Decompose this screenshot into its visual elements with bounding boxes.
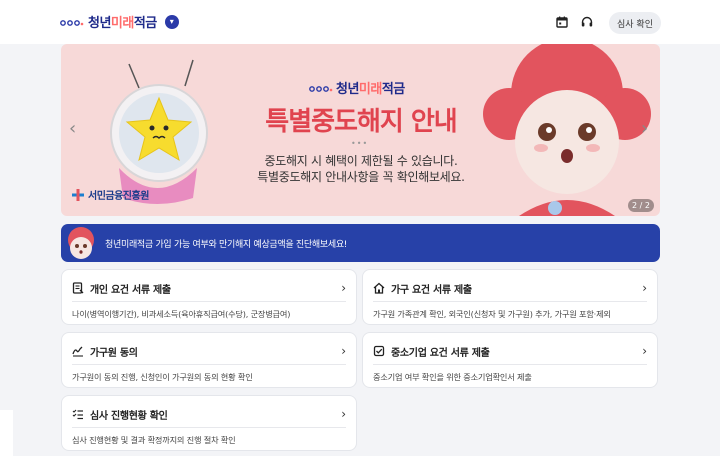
hero-banner[interactable]: 청년미래적금 특별중도해지 안내 ••• 중도해지 시 혜택이 제한될 수 있습… — [61, 44, 660, 216]
card-title: 심사 진행현황 확인 — [90, 410, 168, 422]
divider — [373, 364, 647, 365]
card-household-documents[interactable]: 가구 요건 서류 제출 › 가구원 가족관계 확인, 외국인(신청자 및 가구원… — [362, 269, 658, 325]
logo-mark-icon — [60, 19, 84, 26]
top-header: 청년미래적금 ▾ 심사 확인 — [0, 0, 720, 44]
card-title: 개인 요건 서류 제출 — [90, 284, 171, 296]
chevron-right-icon: › — [642, 344, 647, 358]
house-icon — [373, 282, 385, 294]
banner-text-line-2: 특별중도해지 안내사항을 꼭 확인해보세요. — [257, 170, 465, 184]
logo-text: 청년미래적금 — [88, 16, 157, 31]
card-description: 심사 진행현황 및 결과 확정까지의 진행 절차 확인 — [72, 435, 236, 445]
banner-text-line-1: 중도해지 시 혜택이 제한될 수 있습니다. — [264, 154, 458, 168]
flower-character-avatar — [68, 227, 94, 259]
astronaut-star-illustration — [110, 59, 208, 204]
signature-icon — [72, 346, 83, 357]
card-title: 가구원 동의 — [90, 347, 138, 359]
divider — [72, 364, 346, 365]
review-check-button[interactable]: 심사 확인 — [609, 12, 661, 34]
card-household-consent[interactable]: 가구원 동의 › 가구원이 동의 진행, 신청인이 가구원의 동의 현황 확인 — [61, 332, 357, 388]
card-description: 중소기업 여부 확인을 위한 중소기업확인서 제출 — [373, 372, 532, 382]
agency-logo: 서민금융진흥원 — [71, 187, 149, 202]
chevron-right-icon: › — [341, 344, 346, 358]
chevron-right-icon: › — [341, 281, 346, 295]
card-title: 가구 요건 서류 제출 — [391, 284, 472, 296]
page-edge — [0, 410, 13, 456]
chevron-right-icon[interactable]: › — [641, 118, 648, 139]
chevron-down-icon[interactable]: ▾ — [164, 14, 179, 29]
card-description: 나이(병역이행기간), 비과세소득(육아휴직급여(수당), 군장병급여) — [72, 309, 291, 319]
card-personal-documents[interactable]: 개인 요건 서류 제출 › 나이(병역이행기간), 비과세소득(육아휴직급여(수… — [61, 269, 357, 325]
divider — [373, 301, 647, 302]
card-description: 가구원이 동의 진행, 신청인이 가구원의 동의 현황 확인 — [72, 372, 253, 382]
diagnosis-notice-bar[interactable]: 청년미래적금 가입 가능 여부와 만기해지 예상금액을 진단해보세요! — [61, 224, 660, 262]
agency-mark-icon — [72, 188, 84, 201]
banner-logo: 청년미래적금 — [309, 78, 405, 97]
card-sme-documents[interactable]: 중소기업 요건 서류 제출 › 중소기업 여부 확인을 위한 중소기업확인서 제… — [362, 332, 658, 388]
chevron-left-icon[interactable]: ‹ — [69, 118, 76, 139]
banner-separator-dots: ••• — [351, 139, 369, 148]
checklist-icon — [72, 409, 83, 420]
chevron-right-icon: › — [341, 407, 346, 421]
banner-logo-text: 청년미래적금 — [336, 82, 405, 97]
document-icon — [72, 282, 84, 294]
headset-icon[interactable] — [581, 16, 593, 28]
card-review-status[interactable]: 심사 진행현황 확인 › 심사 진행현황 및 결과 확정까지의 진행 절차 확인 — [61, 395, 357, 451]
checkbox-icon — [373, 345, 385, 357]
card-title: 중소기업 요건 서류 제출 — [391, 347, 490, 359]
notice-text: 청년미래적금 가입 가능 여부와 만기해지 예상금액을 진단해보세요! — [105, 240, 348, 250]
calendar-icon[interactable] — [556, 16, 568, 28]
card-description: 가구원 가족관계 확인, 외국인(신청자 및 가구원) 추가, 가구원 포함·제… — [373, 309, 611, 319]
divider — [72, 427, 346, 428]
site-logo[interactable]: 청년미래적금 ▾ — [60, 12, 179, 31]
divider — [72, 301, 346, 302]
banner-title: 특별중도해지 안내 — [265, 107, 457, 137]
banner-pager: 2 / 2 — [628, 199, 654, 212]
logo-mark-icon — [309, 85, 333, 92]
chevron-right-icon: › — [642, 281, 647, 295]
